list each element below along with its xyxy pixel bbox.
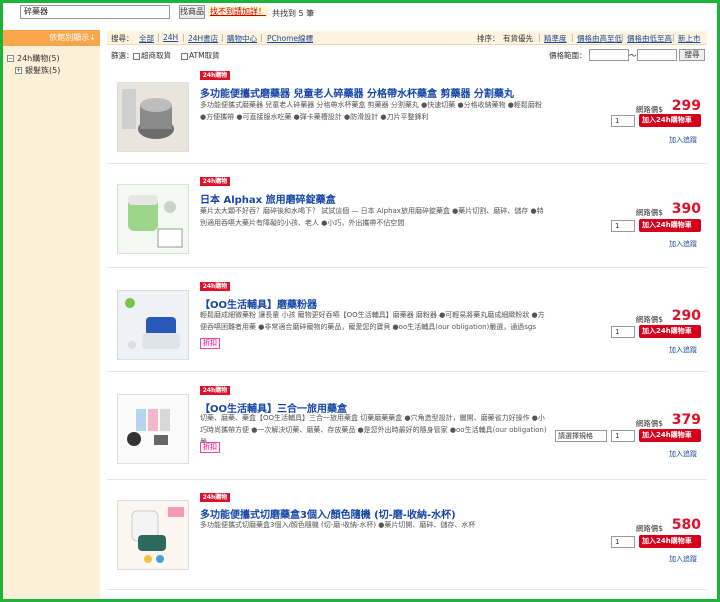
tree-root-label[interactable]: 24h購物(5)	[17, 53, 60, 64]
checkbox[interactable]	[133, 52, 140, 60]
add-to-cart-button[interactable]: 加入24h購物車	[639, 219, 701, 232]
search-bar: 碎藥器 找商品 找不到請加詳！ 共找到 5 筆	[3, 3, 717, 21]
result-count: 共找到 5 筆	[272, 9, 315, 18]
price-value: 390	[671, 201, 701, 217]
product-title[interactable]: 日本 Alphax 旅用磨碎錠藥盒	[200, 191, 336, 206]
price-label: 網路價$	[635, 419, 663, 428]
quantity-select[interactable]: 1	[611, 430, 635, 442]
sort-relevance[interactable]: 精準度	[544, 33, 567, 44]
sidebar-header[interactable]: 依館別顯示↓	[3, 30, 100, 46]
price-label: 網路價$	[635, 524, 663, 533]
product-description: 藥片太大顆不好吞？磨碎後和水喝下？ 試試這個 — 日本 Alphax旅用磨碎錠藥…	[200, 207, 544, 227]
filter-options: 篩選： 超商取貨 ATM取貨 價格範圍： ～ 搜尋	[107, 46, 707, 62]
expand-icon[interactable]: +	[15, 66, 22, 74]
advanced-search-link[interactable]: 找不到請加詳！	[208, 6, 268, 17]
filter-bar: 搜尋： 全部 | 24H | 24H書店 | 購物中心 | PChome線標 排…	[107, 31, 707, 45]
options-label: 篩選：	[111, 51, 134, 60]
tree-child[interactable]: + 銀髮族(5)	[7, 64, 96, 76]
discount-badge[interactable]: 折扣	[200, 338, 220, 349]
24h-badge: 24h購物	[200, 71, 230, 80]
tree-root[interactable]: − 24h購物(5)	[7, 52, 96, 64]
add-to-cart-button[interactable]: 加入24h購物車	[639, 429, 701, 442]
price-value: 290	[671, 308, 701, 324]
sort-in-stock[interactable]: 有貨優先	[503, 33, 533, 44]
product-description: 多功能便攜式磨藥器 兒童老人碎藥器 分格帶水杯藥盒 剪藥器 分割藥丸 ●快速切藥…	[200, 101, 542, 121]
product-item: 24h購物 【OO生活輔具】磨藥粉器 輕鬆磨成細微藥粉 讓長輩 小孩 寵物更好吞…	[107, 276, 707, 372]
product-item: 24h購物 【OO生活輔具】三合一旅用藥盒 切藥、磨藥、藥盒【OO生活輔具】三合…	[107, 380, 707, 480]
price-search-button[interactable]: 搜尋	[679, 49, 705, 61]
quantity-select[interactable]: 1	[611, 220, 635, 232]
collapse-icon[interactable]: −	[7, 54, 14, 62]
price-value: 379	[671, 412, 701, 428]
filter-24h-books[interactable]: 24H書店	[188, 33, 218, 44]
tree-child-label[interactable]: 銀髮族(5)	[25, 65, 60, 76]
search-button[interactable]: 找商品	[179, 5, 205, 19]
price-range-label: 價格範圍：	[549, 51, 587, 60]
product-description: 多功能便攜式切磨藥盒3個入/顏色隨機 (切-磨-收納-水杯) ●藥片切開、磨碎、…	[200, 521, 476, 529]
24h-badge: 24h購物	[200, 386, 230, 395]
price-value: 580	[671, 517, 701, 533]
quantity-select[interactable]: 1	[611, 326, 635, 338]
sort-price-asc[interactable]: 價格由低至高	[627, 33, 672, 44]
product-item: 24h購物 多功能便攜式切磨藥盒3個入/顏色隨機 (切-磨-收納-水杯) 多功能…	[107, 486, 707, 590]
product-image[interactable]	[117, 82, 189, 152]
product-item: 24h購物 多功能便攜式磨藥器 兒童老人碎藥器 分格帶水杯藥盒 剪藥器 分割藥丸…	[107, 66, 707, 164]
price-value: 299	[671, 98, 701, 114]
checkbox[interactable]	[181, 52, 188, 60]
sort-newest[interactable]: 新上市	[678, 33, 701, 44]
price-label: 網路價$	[635, 315, 663, 324]
category-tree: − 24h購物(5) + 銀髮族(5)	[3, 46, 100, 82]
price-min-input[interactable]	[589, 49, 629, 61]
discount-badge[interactable]: 折扣	[200, 442, 220, 453]
add-to-watchlist-link[interactable]: 加入追蹤	[669, 449, 697, 459]
product-image[interactable]	[117, 184, 189, 254]
add-to-cart-button[interactable]: 加入24h購物車	[639, 325, 701, 338]
filter-all[interactable]: 全部	[139, 33, 154, 44]
24h-badge: 24h購物	[200, 493, 230, 502]
spec-select[interactable]: 請選擇規格	[555, 430, 607, 442]
product-image[interactable]	[117, 290, 189, 360]
add-to-cart-button[interactable]: 加入24h購物車	[639, 114, 701, 127]
filter-pchome[interactable]: PChome線標	[267, 33, 313, 44]
search-input[interactable]: 碎藥器	[20, 5, 170, 19]
add-to-watchlist-link[interactable]: 加入追蹤	[669, 135, 697, 145]
product-description: 切藥、磨藥、藥盒【OO生活輔具】三合一旅用藥盒 切藥磨藥藥盒 ●穴角造型設計，闔…	[200, 414, 547, 446]
pickup-atm-option[interactable]: ATM取貨	[181, 50, 220, 61]
add-to-watchlist-link[interactable]: 加入追蹤	[669, 345, 697, 355]
price-max-input[interactable]	[637, 49, 677, 61]
category-sidebar: 依館別顯示↓ − 24h購物(5) + 銀髮族(5)	[3, 30, 100, 599]
quantity-select[interactable]: 1	[611, 115, 635, 127]
sort-label: 排序：	[477, 34, 500, 43]
filter-mall[interactable]: 購物中心	[227, 33, 257, 44]
product-item: 24h購物 日本 Alphax 旅用磨碎錠藥盒 藥片太大顆不好吞？磨碎後和水喝下…	[107, 170, 707, 268]
sort-price-desc[interactable]: 價格由高至低	[577, 33, 622, 44]
price-label: 網路價$	[635, 208, 663, 217]
quantity-select[interactable]: 1	[611, 536, 635, 548]
product-image[interactable]	[117, 500, 189, 570]
filter-label: 搜尋：	[111, 34, 134, 43]
product-image[interactable]	[117, 394, 189, 464]
add-to-watchlist-link[interactable]: 加入追蹤	[669, 239, 697, 249]
filter-24h[interactable]: 24H	[163, 33, 178, 42]
24h-badge: 24h購物	[200, 177, 230, 186]
24h-badge: 24h購物	[200, 282, 230, 291]
product-description: 輕鬆磨成細微藥粉 讓長輩 小孩 寵物更好吞嚥【OO生活輔具】磨藥器 磨粉器 ●可…	[200, 311, 545, 331]
product-title[interactable]: 多功能便攜式磨藥器 兒童老人碎藥器 分格帶水杯藥盒 剪藥器 分割藥丸	[200, 85, 514, 100]
add-to-watchlist-link[interactable]: 加入追蹤	[669, 554, 697, 564]
add-to-cart-button[interactable]: 加入24h購物車	[639, 535, 701, 548]
pickup-store-option[interactable]: 超商取貨	[133, 50, 171, 61]
